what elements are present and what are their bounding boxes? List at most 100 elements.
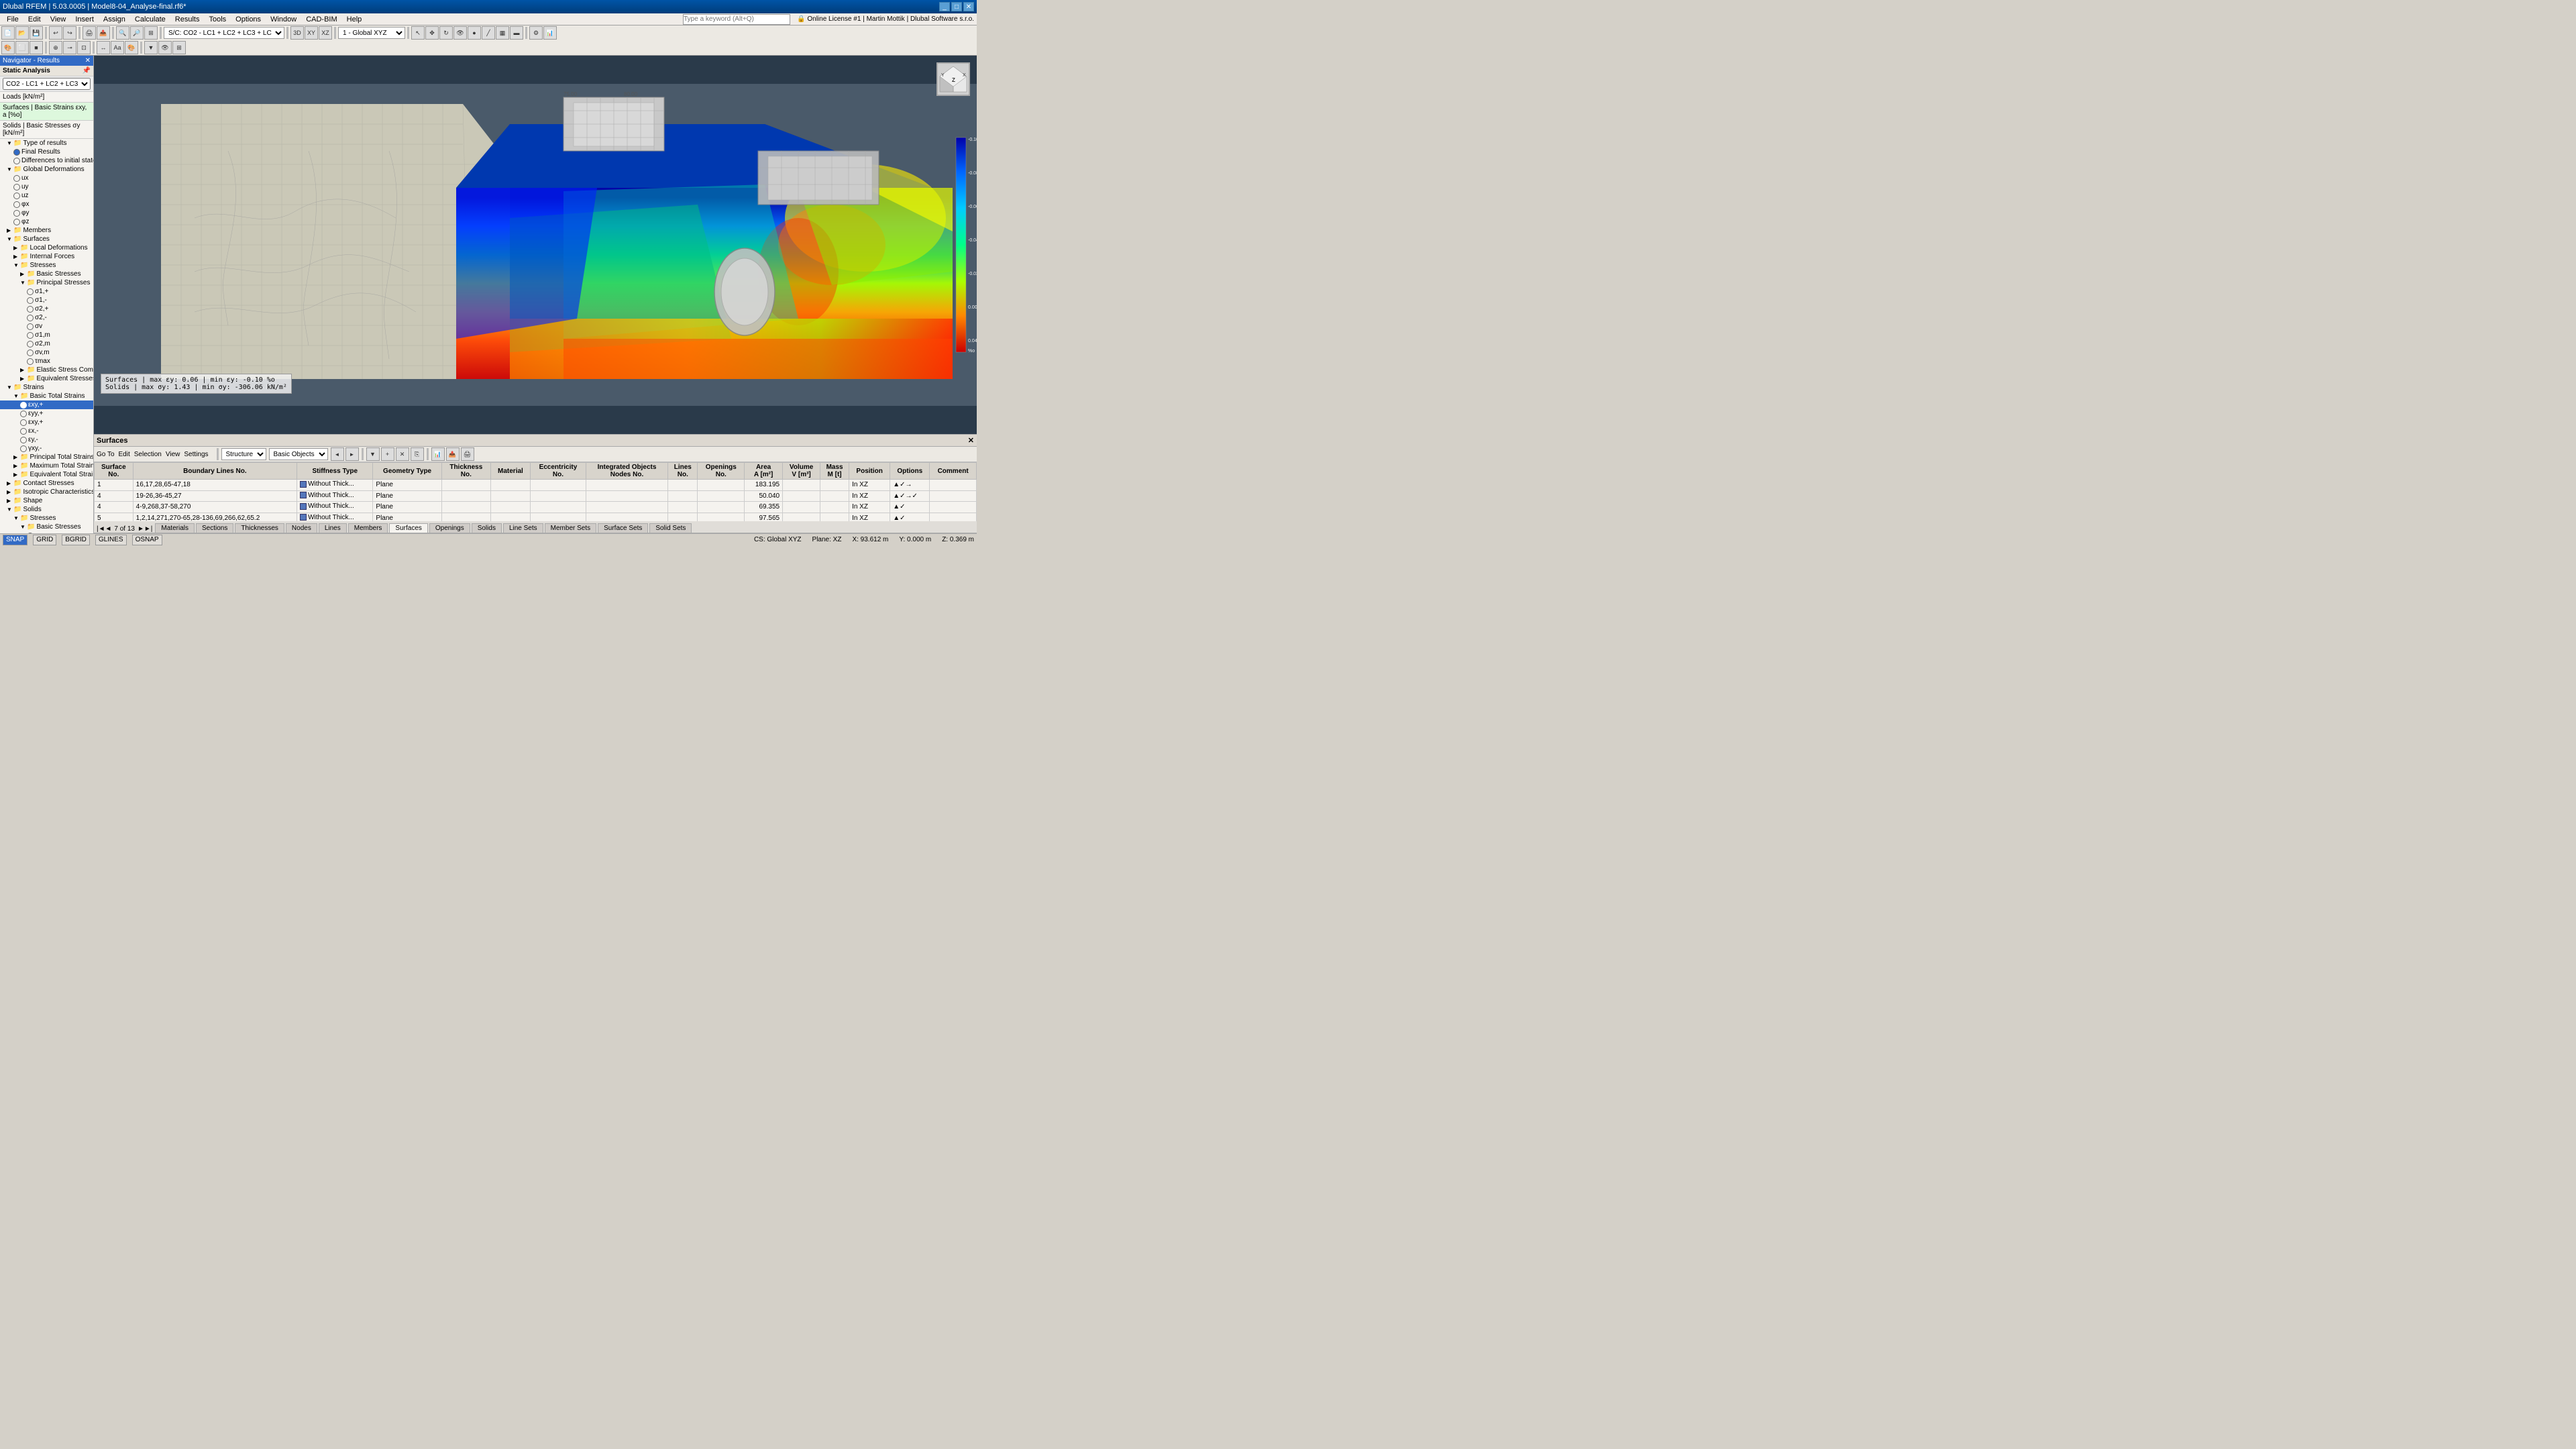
annotation-btn[interactable]: Aa — [111, 41, 124, 54]
grid-btn[interactable]: GRID — [33, 535, 56, 545]
tab-sections[interactable]: Sections — [196, 523, 233, 533]
shade-btn[interactable]: ■ — [30, 41, 43, 54]
calc-btn[interactable]: ⚙ — [529, 26, 543, 40]
tree-sigmav[interactable]: σv — [0, 322, 93, 331]
tree-taumax[interactable]: τmax — [0, 357, 93, 366]
snap-node-btn[interactable]: ⊕ — [49, 41, 62, 54]
tab-lines[interactable]: Lines — [319, 523, 347, 533]
tree-basic-total-strains[interactable]: ▼ 📁 Basic Total Strains — [0, 392, 93, 400]
add-tb-btn[interactable]: + — [381, 447, 394, 461]
print-tb-btn[interactable]: 🖨 — [461, 447, 474, 461]
structure-combo[interactable]: Structure — [221, 448, 266, 460]
table-row[interactable]: 4 19-26,36-45,27 Without Thick... Plane … — [95, 490, 977, 502]
tree-sigma1m2[interactable]: σ1,m — [0, 331, 93, 339]
tab-members[interactable]: Members — [348, 523, 388, 533]
new-btn[interactable]: 📄 — [1, 26, 15, 40]
open-btn[interactable]: 📂 — [15, 26, 29, 40]
tree-elastic-stress[interactable]: ▶ 📁 Elastic Stress Components — [0, 366, 93, 374]
tree-exy-p2[interactable]: εxy,+ — [0, 418, 93, 427]
coord-combo[interactable]: 1 - Global XYZ — [338, 27, 405, 39]
tab-openings[interactable]: Openings — [429, 523, 470, 533]
tab-thicknesses[interactable]: Thicknesses — [235, 523, 284, 533]
tree-final-results[interactable]: Final Results — [0, 148, 93, 156]
node-btn[interactable]: ● — [468, 26, 481, 40]
tree-solids-stresses[interactable]: ▼ 📁 Stresses — [0, 514, 93, 523]
tree-basic-stresses[interactable]: ▶ 📁 Basic Stresses — [0, 270, 93, 278]
copy-tb-btn[interactable]: ⎘ — [411, 447, 424, 461]
view-xy-btn[interactable]: XY — [305, 26, 318, 40]
tab-solid-sets[interactable]: Solid Sets — [649, 523, 692, 533]
minimize-btn[interactable]: _ — [939, 2, 950, 11]
undo-btn[interactable]: ↩ — [49, 26, 62, 40]
tree-solids-sx[interactable]: σx — [0, 531, 93, 533]
menu-window[interactable]: Window — [266, 15, 301, 24]
menu-file[interactable]: File — [3, 15, 23, 24]
tab-member-sets[interactable]: Member Sets — [545, 523, 596, 533]
tab-surface-sets[interactable]: Surface Sets — [598, 523, 648, 533]
tree-sigma1p[interactable]: σ1,+ — [0, 287, 93, 296]
layer-btn[interactable]: ⊞ — [172, 41, 186, 54]
color-btn[interactable]: 🎨 — [125, 41, 138, 54]
tab-solids[interactable]: Solids — [472, 523, 502, 533]
line-btn[interactable]: ╱ — [482, 26, 495, 40]
table-row[interactable]: 5 1,2,14,271,270-65,28-136,69,266,62,65.… — [95, 513, 977, 521]
tree-global-deform[interactable]: ▼ 📁 Global Deformations — [0, 165, 93, 174]
visibility-btn[interactable]: 👁 — [158, 41, 172, 54]
menu-view[interactable]: View — [46, 15, 70, 24]
save-btn[interactable]: 💾 — [30, 26, 43, 40]
keyword-search[interactable] — [683, 14, 790, 25]
tree-solids-basic-stresses[interactable]: ▼ 📁 Basic Stresses — [0, 523, 93, 531]
filter-btn[interactable]: ▼ — [144, 41, 158, 54]
panel-close-btn[interactable]: ✕ — [968, 436, 974, 445]
tree-equiv-stresses[interactable]: ▶ 📁 Equivalent Stresses — [0, 374, 93, 383]
display-btn[interactable]: 👁 — [453, 26, 467, 40]
rotate-btn[interactable]: ↻ — [439, 26, 453, 40]
print-btn[interactable]: 🖨 — [83, 26, 96, 40]
tree-sigma2p[interactable]: σ2,+ — [0, 305, 93, 313]
tree-ex-m[interactable]: εx,- — [0, 427, 93, 435]
tree-gxy-m[interactable]: γxy,- — [0, 444, 93, 453]
last-page-btn[interactable]: ►| — [144, 525, 153, 533]
tree-equiv-total-strains[interactable]: ▶ 📁 Equivalent Total Strains — [0, 470, 93, 479]
prev-page-btn[interactable]: ◄ — [105, 525, 112, 533]
next-page-btn[interactable]: ► — [138, 525, 144, 533]
surface-btn[interactable]: ▦ — [496, 26, 509, 40]
tree-ux[interactable]: ux — [0, 174, 93, 182]
snap-line-btn[interactable]: ⊸ — [63, 41, 76, 54]
tree-sigma1m[interactable]: σ1,- — [0, 296, 93, 305]
tree-local-deform[interactable]: ▶ 📁 Local Deformations — [0, 244, 93, 252]
zoom-out-btn[interactable]: 🔎 — [130, 26, 144, 40]
window-controls[interactable]: _ □ ✕ — [939, 2, 974, 11]
tree-eyy-p[interactable]: εyy,+ — [0, 409, 93, 418]
tree-phiz[interactable]: φz — [0, 217, 93, 226]
glines-btn[interactable]: GLINES — [95, 535, 127, 545]
tab-nodes[interactable]: Nodes — [286, 523, 317, 533]
tree-members[interactable]: ▶ 📁 Members — [0, 226, 93, 235]
basic-objects-combo[interactable]: Basic Objects — [269, 448, 328, 460]
delete-tb-btn[interactable]: ✕ — [396, 447, 409, 461]
menu-tools[interactable]: Tools — [205, 15, 230, 24]
tab-materials[interactable]: Materials — [155, 523, 195, 533]
snap-btn[interactable]: SNAP — [3, 535, 28, 545]
prev-btn[interactable]: ◄ — [331, 447, 344, 461]
maximize-btn[interactable]: □ — [951, 2, 962, 11]
tree-type-of-results[interactable]: ▼ 📁 Type of results — [0, 139, 93, 148]
osnap-btn[interactable]: OSNAP — [132, 535, 162, 545]
menu-help[interactable]: Help — [343, 15, 366, 24]
tree-phiy[interactable]: φy — [0, 209, 93, 217]
tree-uy[interactable]: uy — [0, 182, 93, 191]
surfaces-table-container[interactable]: SurfaceNo. Boundary Lines No. Stiffness … — [94, 462, 977, 521]
tree-internal-forces[interactable]: ▶ 📁 Internal Forces — [0, 252, 93, 261]
next-btn[interactable]: ► — [345, 447, 359, 461]
tree-sigmavm[interactable]: σv,m — [0, 348, 93, 357]
tab-line-sets[interactable]: Line Sets — [503, 523, 543, 533]
viewport-3d[interactable]: 75.00 80.00 — [94, 56, 977, 434]
menu-results[interactable]: Results — [171, 15, 204, 24]
tree-strains[interactable]: ▼ 📁 Strains — [0, 383, 93, 392]
menu-edit[interactable]: Edit — [24, 15, 45, 24]
export-btn[interactable]: 📤 — [97, 26, 110, 40]
close-btn[interactable]: ✕ — [963, 2, 974, 11]
tree-sigma2m[interactable]: σ2,- — [0, 313, 93, 322]
redo-btn[interactable]: ↪ — [63, 26, 76, 40]
results-btn[interactable]: 📊 — [543, 26, 557, 40]
